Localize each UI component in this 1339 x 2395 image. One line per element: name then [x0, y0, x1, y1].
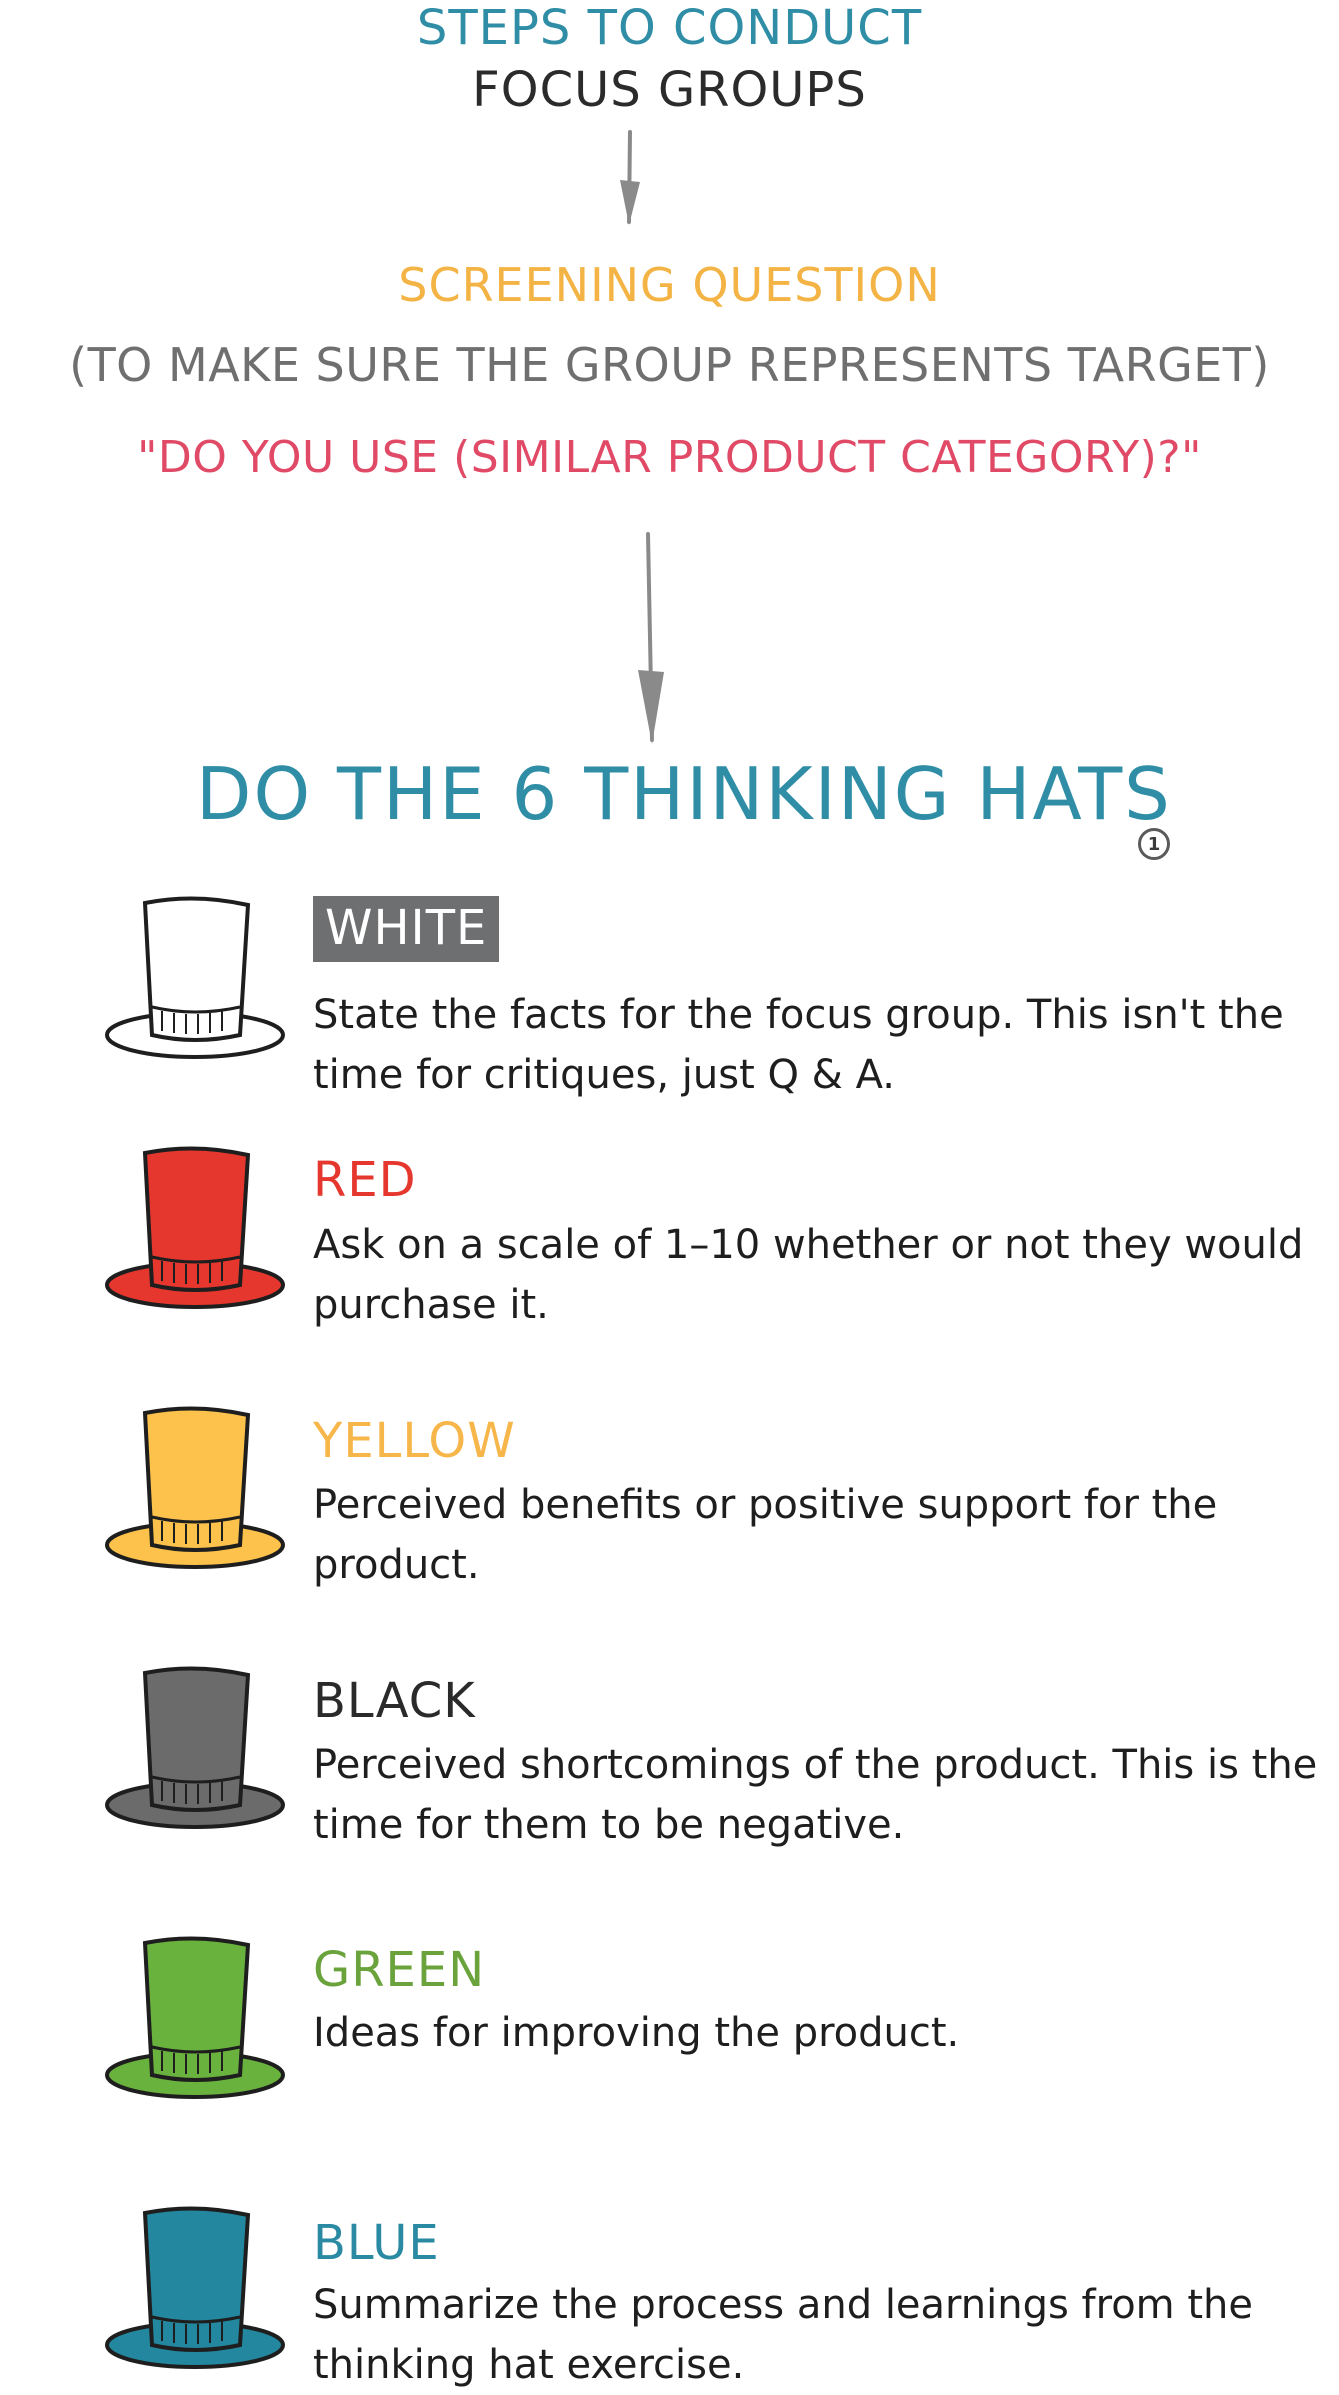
screening-question: "DO YOU USE (SIMILAR PRODUCT CATEGORY)?": [137, 432, 1202, 483]
hat-desc-yellow: Perceived benefits or positive support f…: [313, 1482, 1218, 1588]
green-hat-icon: [105, 1936, 285, 2099]
hat-label-black: BLACK: [313, 1673, 476, 1729]
screening-subtitle: (TO MAKE SURE THE GROUP REPRESENTS TARGE…: [69, 338, 1270, 392]
hat-desc-red: Ask on a scale of 1–10 whether or not th…: [313, 1222, 1304, 1328]
blue-hat-icon: [105, 2206, 285, 2369]
header-line-2: FOCUS GROUPS: [472, 62, 867, 118]
white-hat-icon: [105, 896, 285, 1059]
hat-label-white: WHITE: [313, 896, 500, 962]
screening-title: SCREENING QUESTION: [398, 258, 941, 312]
hat-desc-green: Ideas for improving the product.: [313, 2010, 960, 2056]
hat-label-blue: BLUE: [313, 2215, 440, 2271]
hat-desc-black: Perceived shortcomings of the product. T…: [313, 1742, 1318, 1848]
footnote-marker: 1: [1138, 828, 1170, 860]
yellow-hat-icon: [105, 1406, 285, 1569]
hat-desc-white: State the facts for the focus group. Thi…: [313, 992, 1284, 1098]
black-hat-icon: [105, 1666, 285, 1829]
hats-section-title: DO THE 6 THINKING HATS: [196, 752, 1172, 836]
hat-label-red: RED: [313, 1152, 417, 1208]
hat-label-text: WHITE: [313, 896, 500, 962]
header-line-1: STEPS TO CONDUCT: [416, 0, 923, 56]
hat-label-yellow: YELLOW: [313, 1413, 516, 1469]
red-hat-icon: [105, 1146, 285, 1309]
down-arrow-icon: [638, 532, 664, 744]
down-arrow-icon: [620, 130, 640, 225]
hat-label-green: GREEN: [313, 1942, 486, 1998]
hat-desc-blue: Summarize the process and learnings from…: [313, 2282, 1253, 2388]
